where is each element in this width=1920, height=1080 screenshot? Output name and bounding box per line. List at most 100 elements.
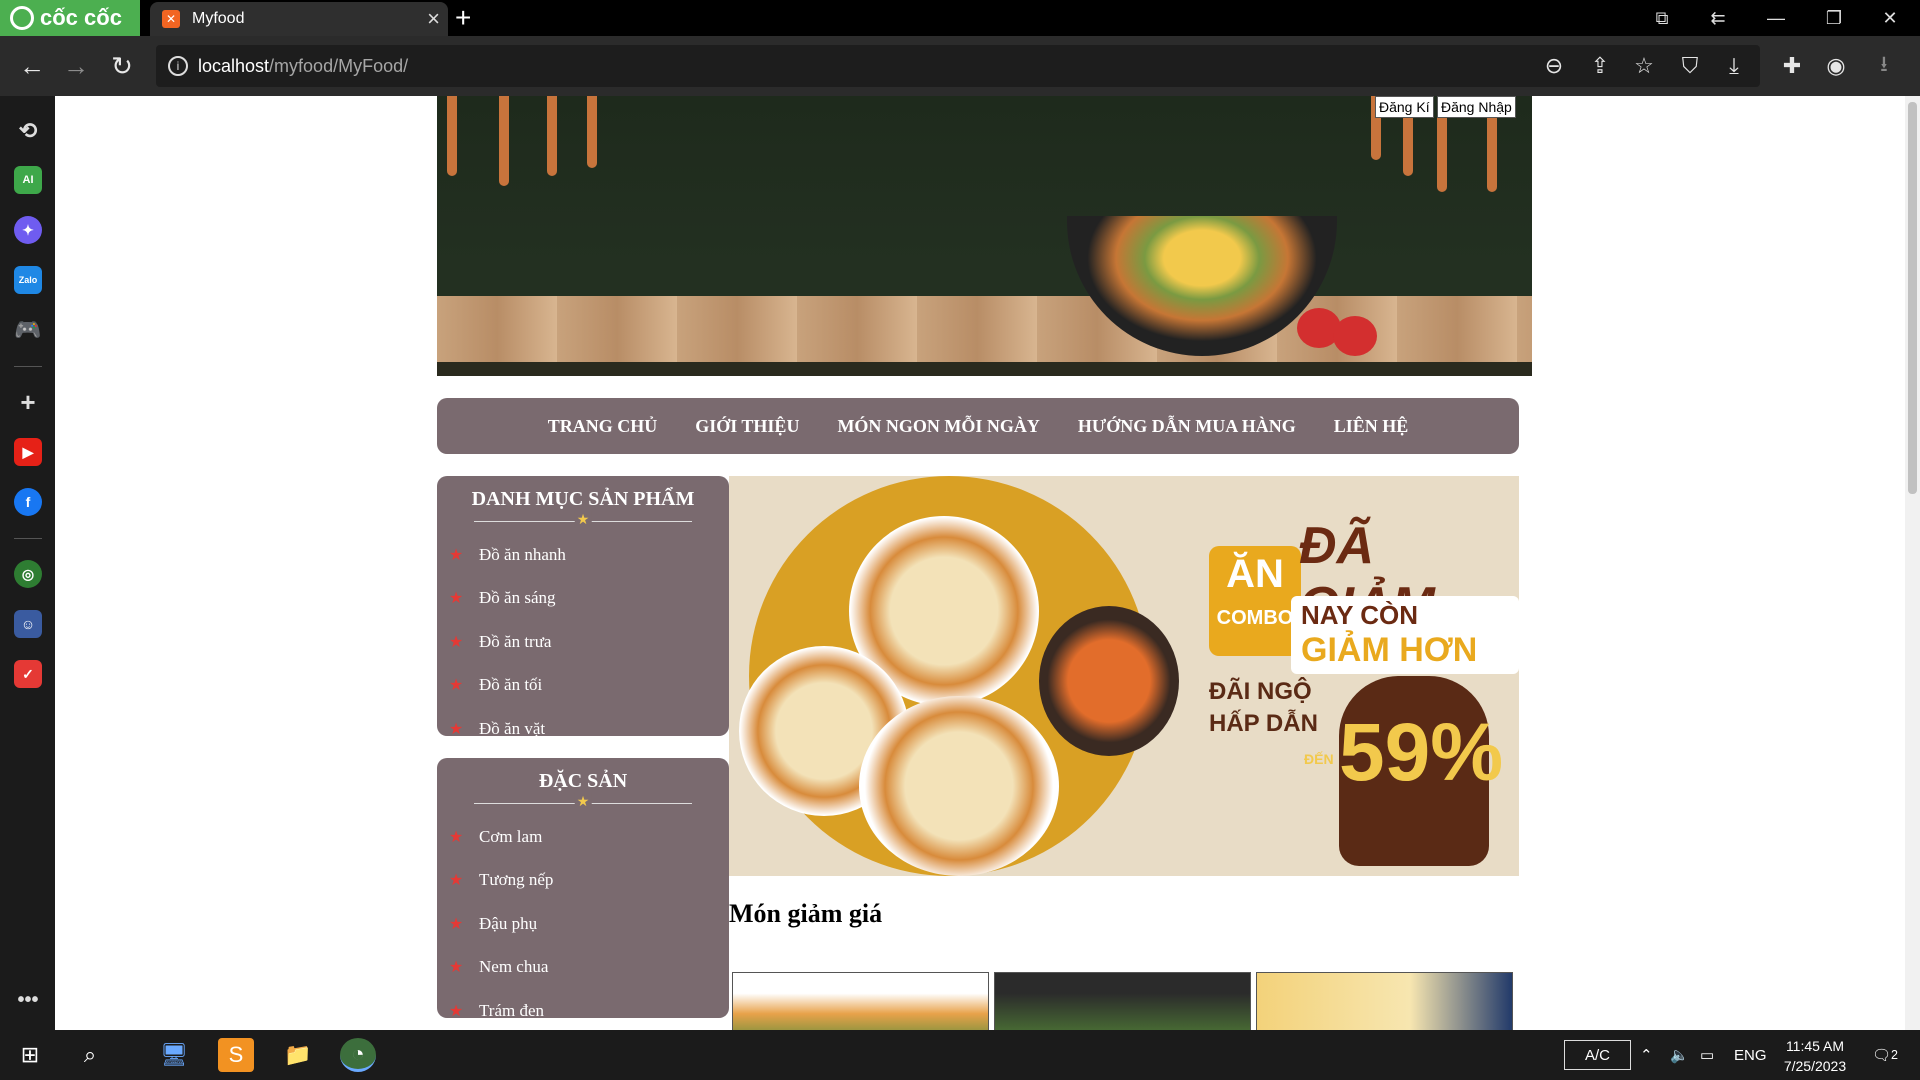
game-avatar-icon[interactable]: ☺	[14, 610, 42, 638]
reload-icon[interactable]: ↻	[106, 50, 138, 82]
page-scrollbar[interactable]	[1905, 96, 1920, 1030]
screenshot-icon[interactable]: ⧉	[1634, 0, 1690, 36]
tomato-image	[1333, 316, 1377, 356]
combo-tag: ĂN COMBO	[1209, 546, 1301, 656]
keyboard-mode[interactable]: A/C	[1564, 1040, 1632, 1070]
specialty-item[interactable]: ★ Tương nếp	[437, 859, 729, 903]
add-icon[interactable]: +	[14, 387, 42, 417]
deal-line-1: ĐÃI NGỘ	[1209, 678, 1312, 705]
close-window-icon[interactable]: ✕	[1862, 0, 1918, 36]
minimize-icon[interactable]: —	[1748, 0, 1804, 36]
nav-buying-guide[interactable]: HƯỚNG DẪN MUA HÀNG	[1078, 416, 1296, 437]
history-icon[interactable]: ⟲	[14, 117, 42, 145]
category-label: Đồ ăn nhanh	[479, 544, 566, 564]
address-bar[interactable]: i localhost/myfood/MyFood/	[156, 45, 1760, 87]
notification-icon[interactable]: 🗨 2	[1872, 1030, 1898, 1080]
specialty-item[interactable]: ★ Đậu phụ	[437, 902, 729, 946]
more-icon[interactable]: •••	[14, 986, 42, 1014]
product-card[interactable]	[1256, 972, 1513, 1030]
specialty-label: Đậu phụ	[479, 913, 538, 933]
zalo-icon[interactable]: Zalo	[14, 266, 42, 294]
shield-icon[interactable]: ⛉	[1676, 52, 1704, 80]
fried-chicken-image	[859, 696, 1059, 876]
todo-icon[interactable]: ✓	[14, 660, 42, 688]
whisk-icon	[587, 96, 597, 168]
category-item[interactable]: ★ Đồ ăn sáng	[437, 577, 729, 621]
category-item[interactable]: ★ Đồ ăn trưa	[437, 620, 729, 664]
specialty-item[interactable]: ★ Cơm lam	[437, 815, 729, 859]
profile-icon[interactable]: ◉	[1822, 52, 1850, 80]
star-icon: ★	[448, 959, 464, 977]
bookmark-star-icon[interactable]: ☆	[1630, 52, 1658, 80]
category-item[interactable]: ★ Đồ ăn tối	[437, 664, 729, 708]
promo-den: ĐẾN	[1304, 751, 1334, 767]
back-icon[interactable]: ←	[16, 50, 48, 82]
specialty-panel: ĐẶC SẢN ★ ★ Cơm lam ★ Tương nếp ★ Đậu phụ ★…	[437, 758, 729, 1020]
this-pc-icon[interactable]: 🖥	[156, 1038, 192, 1072]
category-label: Đồ ăn tối	[479, 675, 543, 695]
download-video-icon[interactable]: ⤓	[1720, 52, 1748, 80]
star-icon: ★	[448, 872, 464, 890]
specialty-label: Nem chua	[479, 957, 549, 977]
sidebar-divider	[14, 538, 42, 539]
new-tab-icon[interactable]: +	[455, 2, 471, 34]
share-icon[interactable]: ⇪	[1586, 52, 1614, 80]
forward-icon[interactable]: →	[60, 50, 92, 82]
game-icon[interactable]: 🎮	[14, 316, 42, 344]
tab-list-icon[interactable]: ⇇	[1690, 0, 1746, 36]
file-explorer-icon[interactable]: 📁	[280, 1038, 316, 1072]
title-divider: ★	[474, 511, 692, 528]
messenger-icon[interactable]: ✦	[14, 216, 42, 244]
category-item[interactable]: ★ Đồ ăn nhanh	[437, 533, 729, 577]
taskbar-clock[interactable]: 11:45 AM 7/25/2023	[1760, 1036, 1870, 1076]
windows-start-icon[interactable]: ⊞	[12, 1038, 48, 1072]
combo-top: ĂN	[1226, 552, 1284, 596]
ai-icon[interactable]: AI	[14, 166, 42, 194]
nav-about[interactable]: GIỚI THIỆU	[695, 416, 799, 437]
browser-titlebar: cốc cốc ✕ Myfood × + ⧉ ⇇ — ❐ ✕	[0, 0, 1920, 36]
battery-icon[interactable]: ▭	[1700, 1030, 1714, 1080]
combo-bottom: COMBO	[1216, 607, 1294, 629]
promo-sub-prefix: NAY CÒN	[1301, 600, 1419, 630]
discount-section-title: Món giảm giá	[729, 899, 883, 928]
tab-myfood[interactable]: ✕ Myfood ×	[150, 2, 448, 36]
nav-daily-dishes[interactable]: MÓN NGON MỖI NGÀY	[837, 416, 1039, 437]
specialty-item[interactable]: ★ Trám đen	[437, 989, 729, 1030]
coccoc-logo[interactable]: cốc cốc	[0, 0, 140, 36]
promo-percent: 59%	[1339, 707, 1504, 798]
facebook-icon[interactable]: f	[14, 488, 42, 516]
ladle-icon	[447, 96, 457, 176]
downloads-icon[interactable]: ⭳	[1870, 51, 1898, 80]
restore-icon[interactable]: ❐	[1806, 0, 1862, 36]
maps-icon[interactable]: ◎	[14, 560, 42, 588]
sublime-text-icon[interactable]: S	[218, 1038, 254, 1072]
category-item[interactable]: ★ Đồ ăn vặt	[437, 707, 729, 751]
search-icon[interactable]: ⌕	[72, 1038, 108, 1072]
coccoc-taskbar-icon[interactable]: ◔	[340, 1038, 376, 1072]
title-divider: ★	[474, 793, 692, 810]
nav-contact[interactable]: LIÊN HỆ	[1334, 416, 1409, 437]
xampp-icon: ✕	[162, 10, 180, 28]
youtube-icon[interactable]: ▶	[14, 438, 42, 466]
promo-banner[interactable]: ĂNCOMBO ĐÃ GIẢM NAY CÒN GIẢM HƠN ĐÃI NGỘ…	[729, 476, 1519, 876]
show-hidden-icons-icon[interactable]: ⌃	[1640, 1030, 1653, 1080]
scrollbar-thumb[interactable]	[1908, 102, 1917, 494]
tab-title: Myfood	[192, 10, 245, 27]
category-label: Đồ ăn sáng	[479, 588, 556, 608]
close-tab-icon[interactable]: ×	[427, 6, 440, 32]
volume-icon[interactable]: 🔈	[1670, 1030, 1689, 1080]
product-card[interactable]	[994, 972, 1251, 1030]
clock-time: 11:45 AM	[1785, 1038, 1845, 1054]
register-button[interactable]: Đăng Kí	[1375, 96, 1434, 118]
extensions-icon[interactable]: ✚	[1778, 52, 1806, 80]
zoom-out-icon[interactable]: ⊖	[1540, 52, 1568, 80]
deal-line-2: HẤP DẪN	[1209, 710, 1318, 737]
promo-deal: ĐÃI NGỘ HẤP DẪN	[1209, 676, 1318, 740]
login-button[interactable]: Đăng Nhập	[1437, 96, 1516, 118]
spatula-icon	[499, 96, 509, 186]
specialty-item[interactable]: ★ Nem chua	[437, 946, 729, 990]
nav-home[interactable]: TRANG CHỦ	[548, 416, 658, 437]
product-card[interactable]	[732, 972, 989, 1030]
sidebar-divider	[14, 366, 42, 367]
site-info-icon[interactable]: i	[168, 56, 188, 76]
